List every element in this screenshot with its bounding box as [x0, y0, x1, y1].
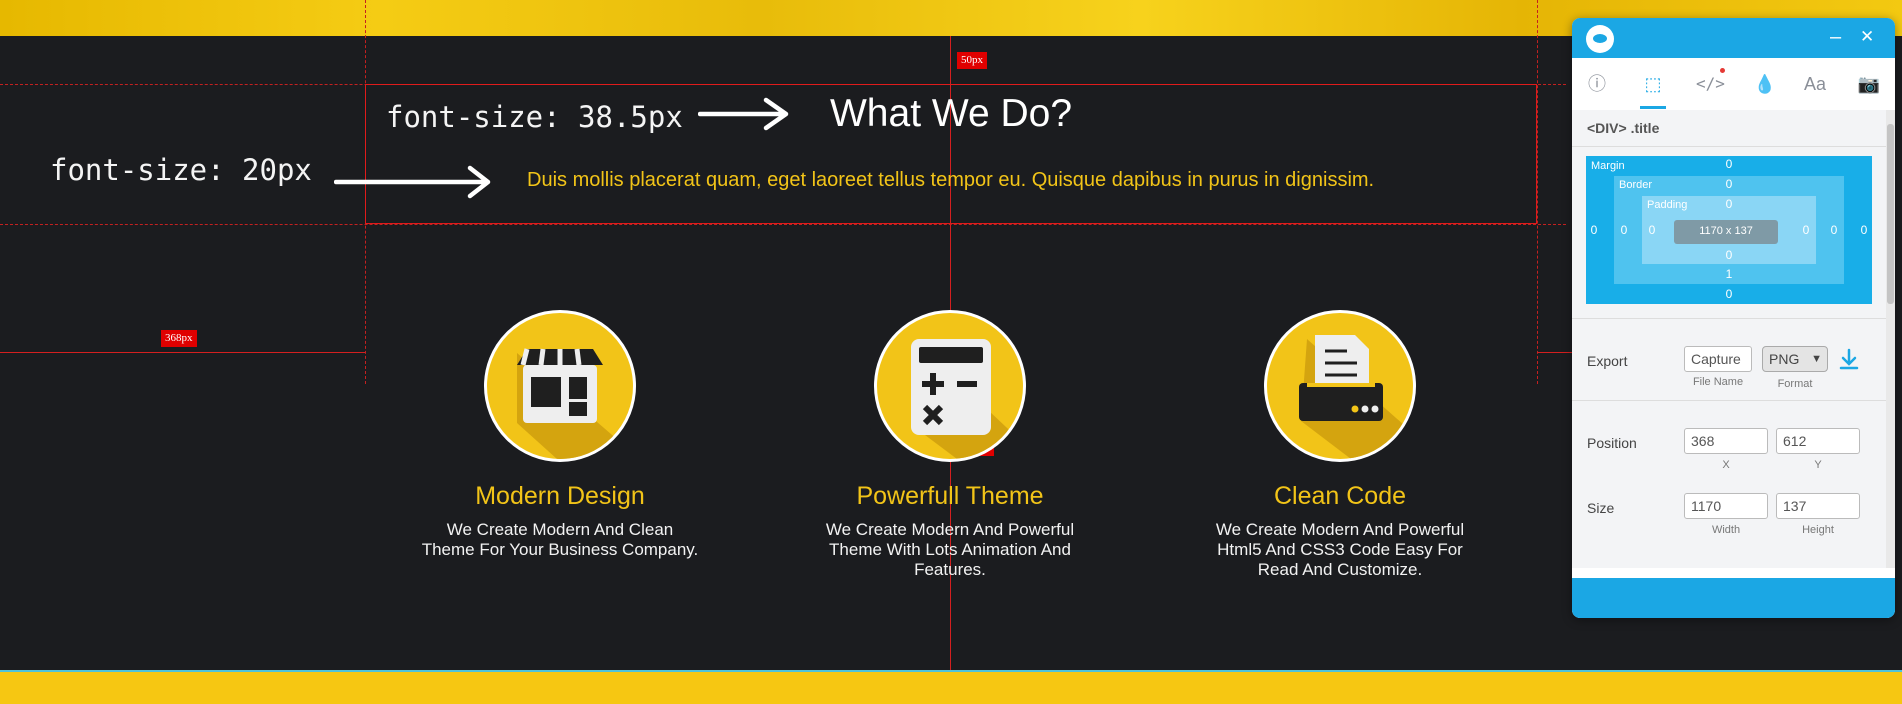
position-y-input[interactable]: 612 — [1776, 428, 1860, 454]
inspector-panel: – ✕ ⓘ ⬚ </> 💧 Aa 📷 <DIV> .title Margin 0… — [1572, 18, 1895, 618]
active-tab-indicator — [1640, 106, 1666, 109]
panel-footer — [1572, 578, 1895, 618]
export-label: Export — [1587, 353, 1628, 369]
padding-bottom: 0 — [1725, 248, 1733, 262]
margin-bottom: 0 — [1725, 287, 1733, 301]
border-bottom: 1 — [1725, 267, 1733, 281]
size-label: Size — [1587, 500, 1615, 516]
position-x-caption: X — [1722, 459, 1730, 471]
chevron-down-icon: ▼ — [1811, 353, 1822, 365]
margin-left: 0 — [1590, 223, 1598, 237]
divider — [1572, 318, 1886, 319]
scrollbar-thumb[interactable] — [1887, 124, 1894, 304]
format-caption: Format — [1777, 378, 1813, 390]
left-gap-badge: 368px — [161, 330, 197, 347]
store-icon — [484, 310, 636, 462]
border-top: 0 — [1725, 177, 1733, 191]
printer-icon — [1264, 310, 1416, 462]
position-label: Position — [1587, 435, 1637, 451]
margin-label: Margin — [1591, 160, 1625, 172]
size-width-caption: Width — [1711, 524, 1741, 536]
content-size: 1170 x 137 — [1699, 225, 1753, 237]
font-icon[interactable]: Aa — [1802, 71, 1828, 97]
left-measure-line — [0, 352, 365, 353]
size-height-input[interactable]: 137 — [1776, 493, 1860, 519]
calculator-icon — [874, 310, 1026, 462]
info-icon[interactable]: ⓘ — [1584, 71, 1610, 97]
top-gap-badge: 50px — [957, 52, 987, 69]
service-title-clean-code: Clean Code — [1273, 482, 1407, 510]
arrow-icon — [334, 165, 491, 199]
file-name-input[interactable]: Capture — [1684, 346, 1752, 372]
service-desc-modern-design: We Create Modern And Clean Theme For You… — [421, 520, 699, 559]
position-x-input[interactable]: 368 — [1684, 428, 1768, 454]
panel-body: <DIV> .title Margin 0 0 0 0 Border 0 0 0… — [1572, 110, 1886, 568]
eye-logo-icon — [1586, 25, 1614, 53]
selected-element-label: <DIV> .title — [1587, 120, 1660, 136]
size-width-input[interactable]: 1170 — [1684, 493, 1768, 519]
guide-line-right — [1537, 0, 1538, 384]
service-desc-clean-code: We Create Modern And Powerful Html5 And … — [1215, 520, 1465, 579]
position-y-caption: Y — [1814, 459, 1822, 471]
panel-scrollbar[interactable] — [1886, 110, 1895, 568]
guide-line-bottom — [0, 224, 1566, 225]
divider — [1572, 146, 1886, 147]
margin-top: 0 — [1725, 157, 1733, 171]
minimize-button[interactable]: – — [1830, 26, 1841, 48]
border-right: 0 — [1830, 223, 1838, 237]
section-subtitle: Duis mollis placerat quam, eget laoreet … — [527, 169, 1375, 191]
size-height-caption: Height — [1802, 524, 1834, 536]
right-measure-line — [1537, 352, 1572, 353]
select-element-icon[interactable]: ⬚ — [1640, 71, 1666, 97]
service-desc-powerfull-theme: We Create Modern And Powerful Theme With… — [825, 520, 1075, 579]
notification-dot — [1720, 68, 1725, 73]
divider — [1572, 400, 1886, 401]
file-name-caption: File Name — [1692, 376, 1744, 388]
margin-right: 0 — [1860, 223, 1868, 237]
format-select[interactable]: PNG ▼ — [1762, 346, 1828, 372]
format-value: PNG — [1769, 351, 1800, 367]
service-title-modern-design: Modern Design — [475, 482, 645, 510]
padding-left: 0 — [1648, 223, 1656, 237]
bottom-yellow-bar — [0, 670, 1902, 704]
annotation-subtitle-size: font-size: 20px — [50, 153, 312, 187]
padding-top: 0 — [1725, 197, 1733, 211]
arrow-icon — [698, 97, 789, 131]
border-label: Border — [1619, 179, 1653, 191]
padding-right: 0 — [1802, 223, 1810, 237]
code-icon[interactable]: </> — [1696, 71, 1725, 97]
annotation-heading-size: font-size: 38.5px — [386, 100, 683, 134]
box-model-content: 1170 x 137 — [1674, 220, 1778, 244]
panel-header: – ✕ — [1572, 18, 1895, 58]
panel-toolbar: ⓘ ⬚ </> 💧 Aa 📷 — [1572, 58, 1895, 111]
download-icon[interactable] — [1838, 348, 1860, 372]
color-drop-icon[interactable]: 💧 — [1752, 71, 1778, 97]
border-left: 0 — [1620, 223, 1628, 237]
service-title-powerfull-theme: Powerfull Theme — [856, 482, 1044, 510]
padding-label: Padding — [1647, 199, 1688, 211]
close-button[interactable]: ✕ — [1860, 26, 1874, 48]
section-heading: What We Do? — [830, 92, 1073, 135]
camera-icon[interactable]: 📷 — [1856, 71, 1882, 97]
